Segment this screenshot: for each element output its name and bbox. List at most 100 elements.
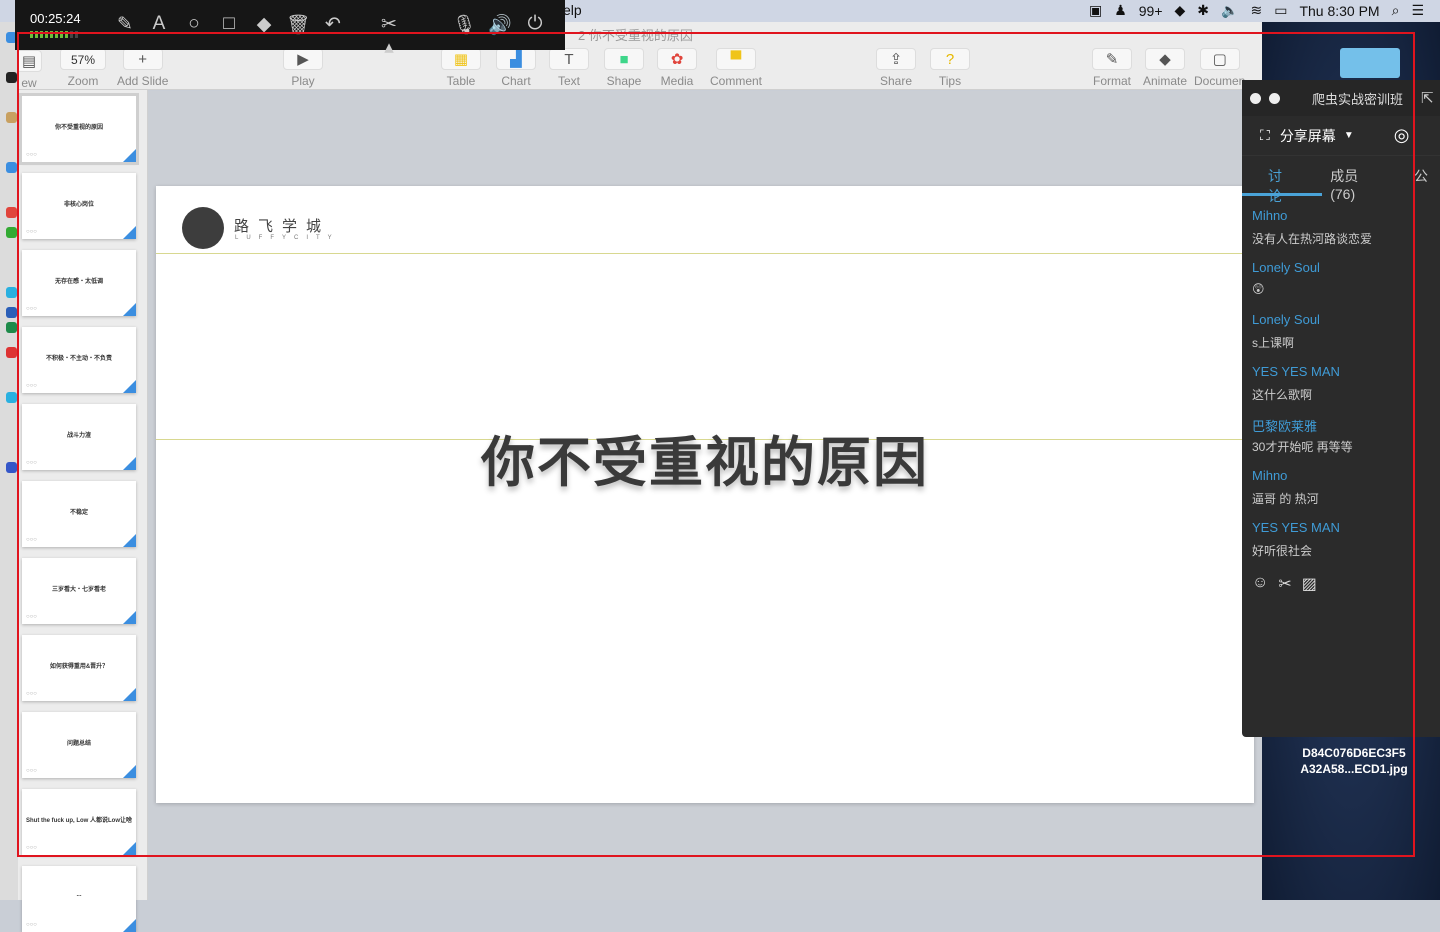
slide-thumbnail[interactable]: 不稳定 ○○○ — [22, 481, 136, 547]
microphone-icon[interactable]: 🎙 — [452, 13, 476, 37]
status-area: ▣ ♟ 99+ ◆ ✱ 🔈 ≋ ▭ Thu 8:30 PM ⌕ ☰ — [1089, 2, 1424, 19]
browser-icon[interactable] — [6, 287, 17, 298]
message-user[interactable]: Mihno — [1252, 208, 1430, 226]
add-slide-button[interactable]: + Add Slide — [117, 48, 168, 88]
media-button[interactable]: ✿ Media — [657, 48, 697, 88]
brush-icon[interactable]: ✎ — [113, 13, 137, 36]
appstore-icon[interactable] — [6, 162, 17, 173]
message-user[interactable]: Mihno — [1252, 468, 1430, 486]
qq-badge[interactable]: 99+ — [1139, 3, 1163, 19]
message-user[interactable]: YES YES MAN — [1252, 364, 1430, 382]
thumbnail-title: 无存在感・太低调 — [54, 279, 103, 285]
app-blue-icon[interactable] — [6, 462, 17, 473]
slide-thumbnail[interactable]: 不积极・不主动・不负责 ○○○ — [22, 327, 136, 393]
chart-button[interactable]: ▟ Chart — [496, 48, 536, 88]
tab-discussion[interactable]: 讨论 — [1242, 156, 1304, 204]
popout-icon[interactable]: ⇱ — [1421, 89, 1434, 107]
bluetooth-icon[interactable]: ✱ — [1197, 2, 1209, 19]
zoom-button[interactable]: 57% Zoom — [60, 48, 106, 88]
chat-message: Mihno 逼哥 的 热河 — [1242, 468, 1440, 508]
desktop-file[interactable]: D84C076D6EC3F5 A32A58...ECD1.jpg — [1262, 745, 1440, 777]
slide-thumbnail[interactable]: 三岁看大・七岁看老 ○○○ — [22, 558, 136, 624]
thumbnail-dots: ○○○ — [26, 229, 37, 235]
battery-icon[interactable]: ▭ — [1274, 2, 1287, 19]
tab-notice[interactable]: 公 — [1388, 156, 1440, 196]
emoji-icon[interactable]: ☺ — [1252, 574, 1268, 594]
text-button[interactable]: T Text — [549, 48, 589, 88]
level-bar — [50, 31, 53, 38]
level-bar — [60, 31, 63, 38]
slide-title[interactable]: 你不受重视的原因 — [156, 418, 1254, 497]
animate-button[interactable]: ◆ Animate — [1143, 48, 1187, 88]
share-button[interactable]: ⇪ Share — [876, 48, 916, 88]
app-red-icon[interactable] — [6, 347, 17, 358]
slide-thumbnail[interactable]: 问题总结 ○○○ — [22, 712, 136, 778]
text-icon: T — [549, 48, 589, 70]
table-button[interactable]: ▦ Table — [441, 48, 481, 88]
evernote-icon[interactable]: ◆ — [1175, 2, 1186, 19]
qq-icon[interactable]: ♟ — [1114, 2, 1127, 19]
document-icon: ▢ — [1199, 48, 1240, 70]
format-button[interactable]: ✎ Format — [1092, 48, 1132, 88]
slide-thumbnail[interactable]: 战斗力渣 ○○○ — [22, 404, 136, 470]
slide-thumbnail[interactable]: ... ○○○ — [22, 866, 136, 932]
notification-icon[interactable]: ☰ — [1411, 2, 1424, 19]
view-button[interactable]: ▤ ew — [16, 50, 42, 90]
slide-thumbnail[interactable]: 非核心岗位 ○○○ — [22, 173, 136, 239]
caret-down-icon[interactable]: ▼ — [1344, 130, 1354, 141]
document-button[interactable]: ▢ Documen — [1194, 48, 1245, 88]
camera-icon[interactable]: ▣ — [1089, 2, 1102, 19]
terminal-icon[interactable] — [6, 72, 17, 83]
rectangle-icon[interactable]: □ — [217, 13, 241, 35]
share-screen-button[interactable]: 分享屏幕 — [1280, 126, 1336, 146]
slide-thumbnail[interactable]: 你不受重视的原因 ○○○ — [19, 93, 139, 165]
excel-icon[interactable] — [6, 322, 17, 333]
message-user[interactable]: Lonely Soul — [1252, 312, 1430, 330]
current-slide[interactable]: 路飞学城 LUFFYCITY 你不受重视的原因 — [156, 186, 1254, 803]
notes-icon[interactable] — [6, 112, 17, 123]
scissors-icon[interactable]: ✂▴ — [377, 13, 401, 59]
window-dot[interactable] — [1269, 92, 1280, 104]
play-icon: ▶ — [283, 48, 323, 70]
power-icon[interactable]: ⏻ — [523, 13, 547, 35]
room-title: 爬虫实战密训班 — [1312, 91, 1404, 107]
media-icon: ✿ — [657, 48, 697, 70]
play-button[interactable]: ▶ Play — [283, 48, 323, 88]
timer-icon[interactable]: ◎ — [1394, 125, 1410, 146]
spotlight-icon[interactable]: ⌕ — [1392, 2, 1400, 19]
comment-button[interactable]: ▀ Comment — [710, 48, 762, 88]
slide-thumbnail[interactable]: 无存在感・太低调 ○○○ — [22, 250, 136, 316]
media-label: Media — [660, 74, 694, 88]
trash-icon[interactable]: 🗑 — [286, 13, 310, 37]
volume-icon[interactable]: 🔈 — [1221, 2, 1238, 19]
image-icon[interactable]: ▨ — [1302, 574, 1317, 594]
menu-help[interactable]: elp — [563, 2, 582, 18]
eraser-icon[interactable]: ◆ — [252, 13, 276, 36]
message-user[interactable]: 巴黎欧莱雅 — [1252, 416, 1430, 434]
undo-icon[interactable]: ↶ — [321, 13, 345, 36]
tips-button[interactable]: ? Tips — [930, 48, 970, 88]
view-label: ew — [21, 76, 37, 90]
scissors-icon[interactable]: ✂ — [1278, 574, 1291, 594]
table-label: Table — [446, 74, 476, 88]
level-bar — [55, 31, 58, 38]
folder-icon[interactable] — [1340, 48, 1400, 78]
window-dot[interactable] — [1250, 92, 1261, 104]
wifi-icon[interactable]: ≋ — [1250, 2, 1262, 19]
text-tool-icon[interactable]: A — [147, 13, 171, 35]
slide-thumbnail[interactable]: Shut the fuck up, Low 人都说Low让啥 ○○○ — [22, 789, 136, 855]
clock[interactable]: Thu 8:30 PM — [1299, 3, 1379, 19]
message-user[interactable]: YES YES MAN — [1252, 520, 1430, 538]
message-user[interactable]: Lonely Soul — [1252, 260, 1430, 278]
slide-thumbnail[interactable]: 如何获得重用&晋升？ ○○○ — [22, 635, 136, 701]
chrome-icon[interactable] — [6, 207, 17, 218]
shape-button[interactable]: ■ Shape — [604, 48, 644, 88]
word-icon[interactable] — [6, 307, 17, 318]
tab-members[interactable]: 成员(76) — [1304, 156, 1388, 202]
thumbnail-dots: ○○○ — [26, 152, 37, 158]
teamviewer-icon[interactable] — [6, 392, 17, 403]
speaker-icon[interactable]: 🔊 — [488, 13, 512, 37]
circle-icon[interactable]: ○ — [182, 13, 206, 35]
evernote-icon[interactable] — [6, 227, 17, 238]
level-bar — [75, 31, 78, 38]
